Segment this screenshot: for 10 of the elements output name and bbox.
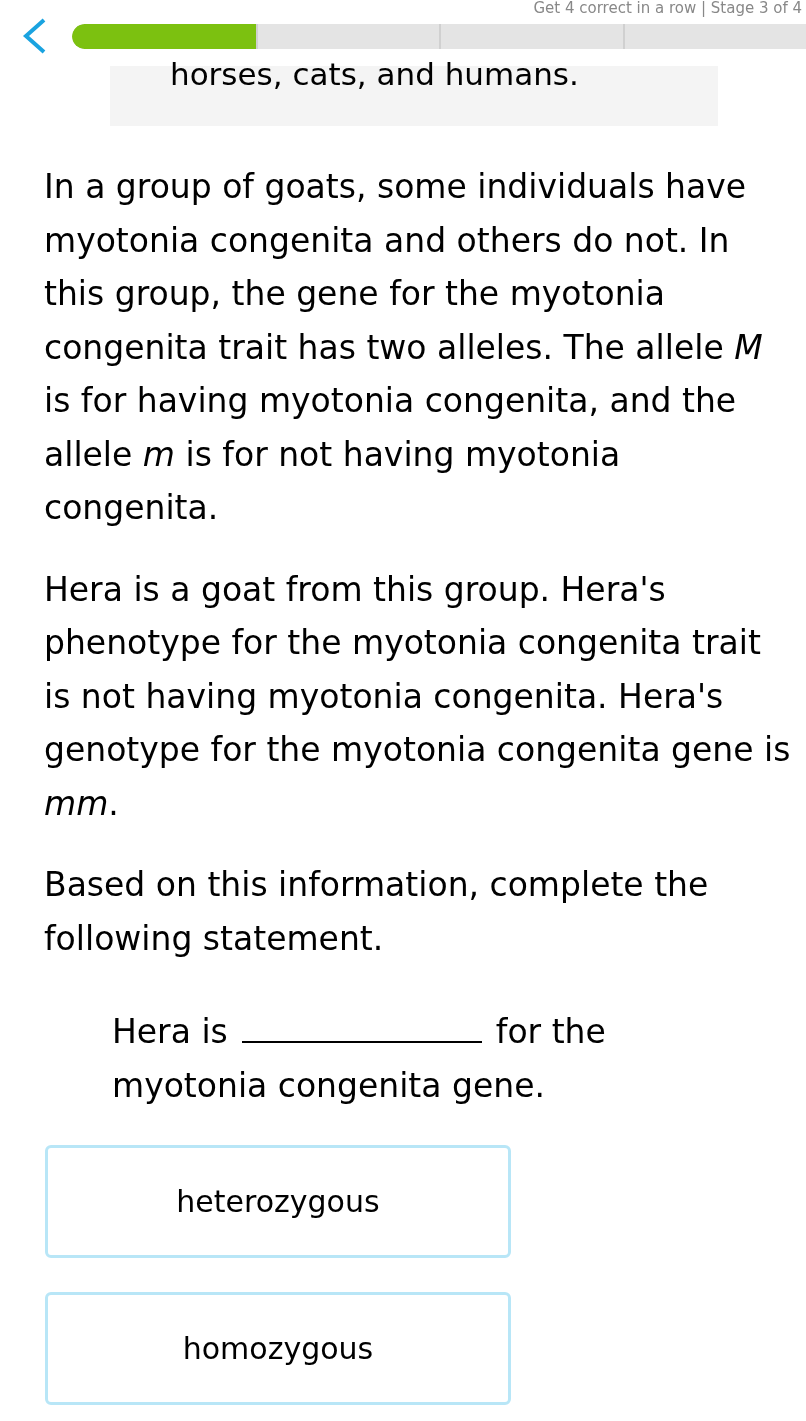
statement-text: myotonia congenita gene. [112, 1065, 545, 1107]
stage-progress-text: Get 4 correct in a row | Stage 3 of 4 [533, 0, 802, 16]
question-paragraph: In a group of goats, some individuals have myotonia congenita and others do not. In this group, the gene for the myotonia congenita trait has two alleles. The allele M is for having myotonia congenita, and the allele m is for not having myotonia congenita. [44, 166, 764, 529]
question-paragraph: Hera is a goat from this group. Hera's phenotype for the myotonia congenita trait is not having myotonia congenita. Hera's genotype for the myotonia congenita gene is mm. [44, 568, 792, 825]
answer-option[interactable]: homozygous [45, 1292, 511, 1405]
question-paragraph: Based on this information, complete the following statement. [44, 864, 710, 960]
context-text: horses, cats, and humans. [170, 56, 579, 92]
statement-text: for the [495, 1011, 606, 1053]
answer-option[interactable]: heterozygous [45, 1145, 511, 1258]
statement-text: Hera is [112, 1011, 228, 1053]
